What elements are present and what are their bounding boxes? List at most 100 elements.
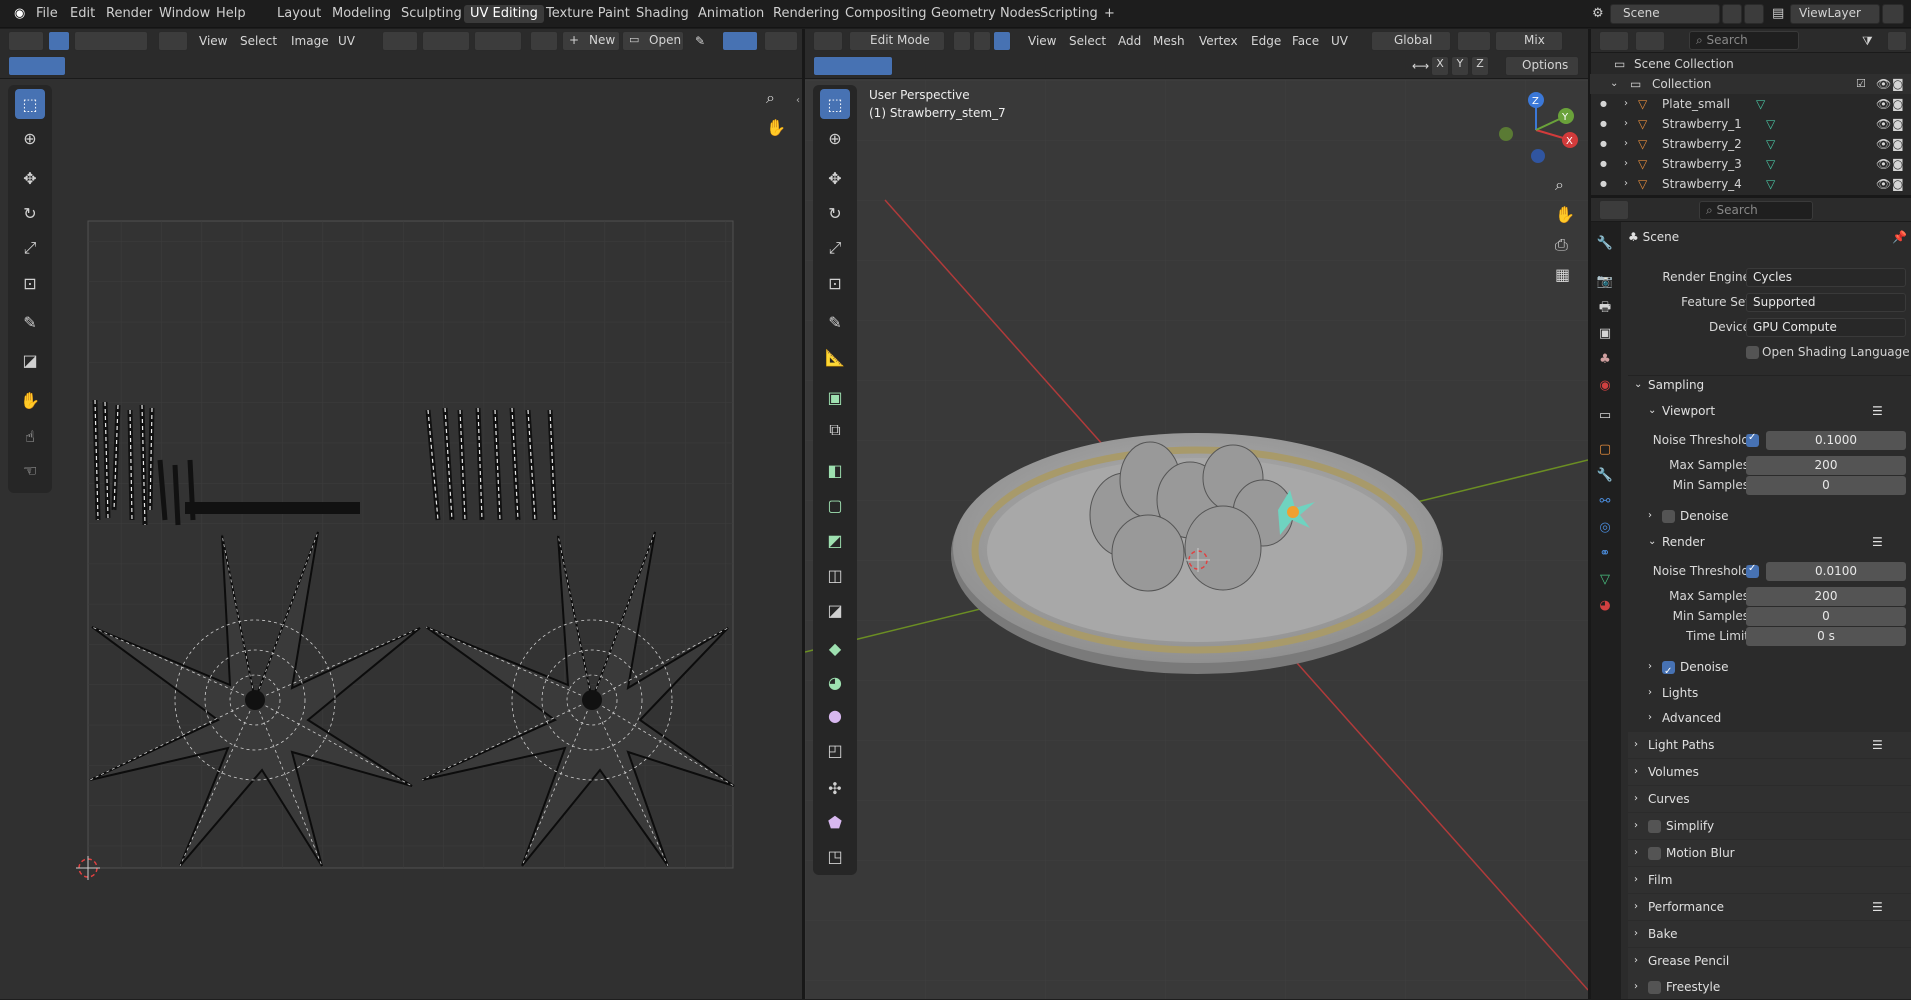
uv-selection-modes[interactable] (8, 56, 66, 76)
mode-selector[interactable]: Edit Mode (849, 31, 945, 51)
constraints-icon[interactable]: ⚭ (1595, 544, 1615, 564)
vp-menu-face[interactable]: Face (1287, 31, 1324, 51)
object-icon[interactable]: ▢ (1595, 440, 1615, 460)
list-icon[interactable]: ☰ (1872, 529, 1883, 555)
osl-checkbox[interactable] (1746, 346, 1759, 359)
camera-render-icon[interactable]: ◙ (1892, 174, 1904, 194)
sampling-panel-header[interactable]: ⌄ Sampling (1628, 372, 1911, 398)
new-scene-button[interactable] (1722, 4, 1742, 24)
outliner-display-mode[interactable] (1635, 31, 1665, 51)
measure-tool-icon[interactable]: 📐 (820, 342, 850, 372)
modifier-icon[interactable]: 🔧 (1595, 466, 1615, 486)
simplify-panel-header[interactable]: › Simplify (1628, 813, 1911, 839)
properties-search-input[interactable]: ⌕ Search (1699, 201, 1813, 220)
menu-render[interactable]: Render (100, 5, 158, 23)
render-subpanel-header[interactable]: ⌄ Render ☰ (1628, 529, 1911, 555)
outliner-collection[interactable]: ⌄ ▭ Collection ☑ 👁 ◙ (1590, 74, 1911, 94)
tab-layout[interactable]: Layout (271, 5, 327, 23)
vp-menu-uv[interactable]: UV (1326, 31, 1353, 51)
light-paths-panel-header[interactable]: › Light Paths ☰ (1628, 732, 1911, 758)
tool-icon[interactable]: 🔧 (1595, 234, 1615, 254)
view-layer-icon[interactable]: ▣ (1595, 324, 1615, 344)
tab-rendering[interactable]: Rendering (767, 5, 845, 23)
vp-selection-modes[interactable] (813, 56, 893, 76)
edge-slide-icon[interactable]: ◰ (820, 735, 850, 765)
particles-icon[interactable]: ⚯ (1595, 492, 1615, 512)
volumes-panel-header[interactable]: › Volumes (1628, 759, 1911, 785)
vertex-select-button[interactable] (953, 31, 971, 51)
eye-icon[interactable]: 👁 (1876, 174, 1891, 194)
editor-type-button[interactable] (8, 31, 44, 51)
outliner-item[interactable]: ● › ▽ Strawberry_4 ▽ 👁 ◙ (1590, 174, 1911, 194)
eye-icon[interactable]: 👁 (1876, 74, 1891, 94)
freestyle-checkbox[interactable] (1648, 981, 1661, 994)
uv-sticky-mode[interactable] (158, 31, 188, 51)
menu-file[interactable]: File (30, 5, 64, 23)
view-layer-selector[interactable]: ViewLayer (1790, 4, 1880, 24)
vp-menu-select[interactable]: Select (1064, 31, 1111, 51)
vp-menu-add[interactable]: Add (1113, 31, 1146, 51)
cursor-tool-icon[interactable]: ⊕ (820, 123, 850, 153)
vp-denoise-checkbox[interactable] (1662, 510, 1675, 523)
tab-compositing[interactable]: Compositing (839, 5, 933, 23)
collection-icon[interactable]: ▭ (1595, 406, 1615, 426)
vp-menu-mesh[interactable]: Mesh (1148, 31, 1190, 51)
proportional-edit-selector[interactable]: Mix (1495, 31, 1563, 51)
list-icon[interactable]: ☰ (1872, 398, 1883, 424)
tab-texture-paint[interactable]: Texture Paint (540, 5, 636, 23)
bevel-tool-icon[interactable]: ◩ (820, 525, 850, 555)
camera-render-icon[interactable]: ◙ (1892, 114, 1904, 134)
select-box-tool-icon[interactable]: ⬚ (820, 89, 850, 119)
r-denoise-checkbox[interactable] (1662, 659, 1675, 685)
pan-hand-icon[interactable]: ✋ (1555, 205, 1575, 224)
uv-menu-uv[interactable]: UV (333, 31, 360, 51)
chevron-right-icon[interactable]: › (1624, 154, 1628, 174)
camera-render-icon[interactable]: ◙ (1892, 74, 1904, 94)
add-workspace-button[interactable]: + (1098, 5, 1121, 23)
simplify-checkbox[interactable] (1648, 820, 1661, 833)
camera-render-icon[interactable]: ◙ (1892, 154, 1904, 174)
properties-editor-type[interactable] (1599, 200, 1629, 220)
poly-build-icon[interactable]: ◆ (820, 633, 850, 663)
vp-denoise-subpanel-header[interactable]: › Denoise (1628, 503, 1911, 529)
loop-cut-icon[interactable]: ◫ (820, 560, 850, 590)
device-select[interactable]: GPU Compute (1746, 318, 1906, 337)
uv-menu-image[interactable]: Image (286, 31, 334, 51)
annotate-tool-icon[interactable]: ✎ (820, 307, 850, 337)
delete-scene-button[interactable] (1744, 4, 1764, 24)
face-select-button[interactable] (993, 31, 1011, 51)
list-icon[interactable]: ☰ (1872, 894, 1883, 920)
eye-icon[interactable]: 👁 (1876, 94, 1891, 114)
chevron-right-icon[interactable]: › (1624, 94, 1628, 114)
add-cube-tool-icon[interactable]: ▣ (820, 382, 850, 412)
physics-icon[interactable]: ◎ (1595, 518, 1615, 538)
motion-blur-panel-header[interactable]: › Motion Blur (1628, 840, 1911, 866)
menu-edit[interactable]: Edit (64, 5, 101, 23)
world-icon[interactable]: ◉ (1595, 376, 1615, 396)
outliner-item[interactable]: ● › ▽ Strawberry_3 ▽ 👁 ◙ (1590, 154, 1911, 174)
r-denoise-subpanel-header[interactable]: › Denoise (1628, 654, 1911, 685)
grease-pencil-panel-header[interactable]: › Grease Pencil (1628, 948, 1911, 974)
uv-display-stretch[interactable] (722, 31, 758, 51)
viewport-editor-type[interactable] (813, 31, 843, 51)
chevron-down-icon[interactable]: ⌄ (1610, 74, 1618, 94)
sync-selection-button[interactable] (48, 31, 70, 51)
extrude-tool-icon[interactable]: ⧉ (820, 415, 850, 445)
outliner-scene-collection[interactable]: ▭ Scene Collection (1590, 54, 1911, 74)
chevron-right-icon[interactable]: › (1624, 134, 1628, 154)
pin-icon[interactable]: 📌 (1892, 230, 1907, 244)
camera-render-icon[interactable]: ◙ (1892, 94, 1904, 114)
performance-panel-header[interactable]: › Performance ☰ (1628, 894, 1911, 920)
uv-overlays-button[interactable] (764, 31, 798, 51)
eye-icon[interactable]: 👁 (1876, 134, 1891, 154)
output-icon[interactable]: 🖶 (1595, 298, 1615, 318)
pivot-point-selector[interactable] (1457, 31, 1491, 51)
outliner-editor-type[interactable] (1599, 31, 1629, 51)
pivot-selector[interactable] (382, 31, 418, 51)
eye-icon[interactable]: 👁 (1876, 114, 1891, 134)
tab-modeling[interactable]: Modeling (326, 5, 397, 23)
outliner-search-input[interactable]: ⌕ Search (1689, 31, 1799, 50)
tab-scripting[interactable]: Scripting (1034, 5, 1104, 23)
scene-icon[interactable]: ♣ (1595, 350, 1615, 370)
vp-menu-edge[interactable]: Edge (1246, 31, 1286, 51)
